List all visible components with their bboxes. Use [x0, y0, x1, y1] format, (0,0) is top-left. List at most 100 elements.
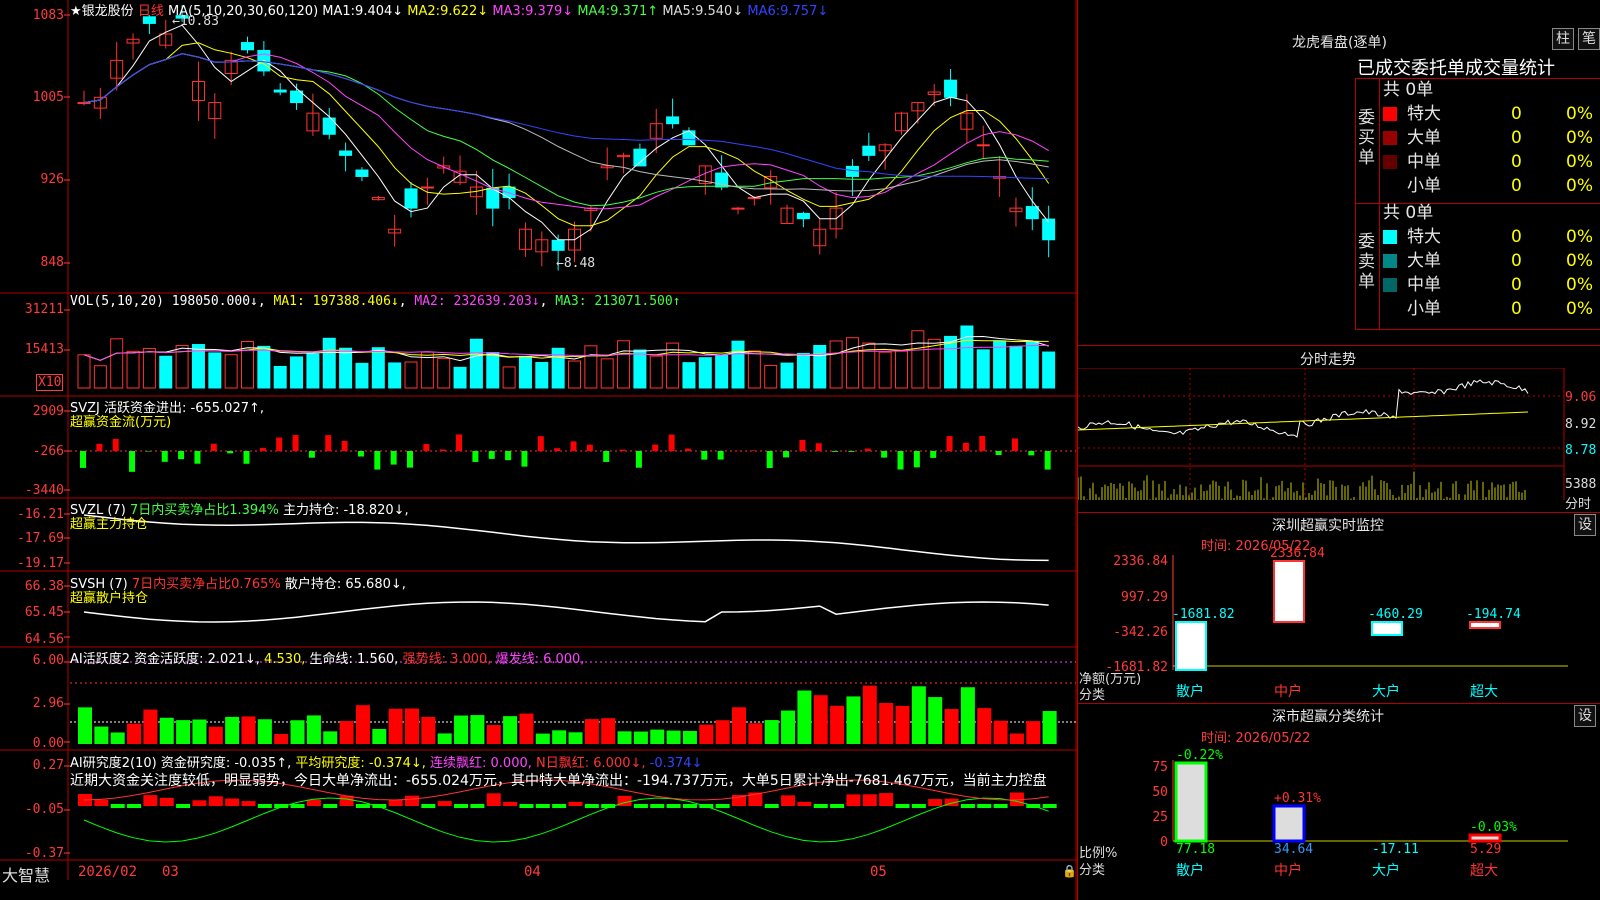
buy-side-label: 委买单 [1358, 108, 1375, 168]
research-bar [94, 799, 109, 806]
volume-bar [257, 345, 271, 389]
research-bar [388, 799, 403, 806]
brand-label[interactable]: 大智慧 [2, 862, 50, 886]
monitor-bar [1469, 621, 1501, 629]
ma1-value: 9.404↓ [355, 4, 404, 19]
classify-cat-label: 散户 [1176, 862, 1204, 879]
svzj-bar [488, 451, 495, 459]
svzj-bar [717, 451, 724, 460]
svsh-axis-3: 64.56 [24, 632, 64, 647]
svzl-sub: 超赢主力持仓 [70, 517, 149, 532]
volume-bar [682, 362, 696, 389]
sell-l-name: 大单 [1407, 251, 1441, 271]
right-panel: 龙虎看盘(逐单) 柱 笔 已成交委托单成交量统计 委买单 共 0单 特大 0 0% … [1077, 0, 1600, 900]
candle-body [355, 169, 369, 177]
vol-value: 198050.000↓ [171, 294, 258, 309]
activity-bar [617, 731, 632, 744]
volume-bar [453, 366, 467, 389]
volume-bar [715, 354, 729, 389]
svsh-line [83, 601, 1049, 623]
research-bar [290, 804, 305, 808]
volume-bar [355, 362, 369, 389]
monitor-cat-label: 大户 [1372, 683, 1400, 700]
activity-bar [797, 690, 812, 744]
classify-xlabel: 分类 [1079, 863, 1106, 878]
activity-bar [715, 720, 730, 744]
ma6-line [83, 53, 1049, 180]
ai-active-burst: 爆发线: 6.000, [495, 652, 585, 667]
activity-bar [846, 696, 861, 744]
svzj-bar [276, 437, 283, 451]
monitor-value-label: -1681.82 [1172, 607, 1235, 622]
volume-bar [469, 338, 483, 389]
vol-ma1: MA1: 197388.406↓ [273, 294, 399, 309]
volume-bar [617, 340, 631, 389]
classify-axis-label: 25 [1152, 810, 1168, 825]
svzj-bar [1011, 438, 1018, 451]
tick-view-button[interactable]: 笔 [1578, 28, 1600, 50]
svzj-bar [995, 451, 1002, 456]
svzj-bar [194, 451, 201, 464]
monitor-top-border [1078, 512, 1600, 513]
star-icon[interactable]: ★ [70, 4, 82, 19]
svzj-bar [325, 435, 332, 451]
classify-value-label: 34.64 [1274, 842, 1313, 857]
ai-research-axis-1: 0.27 [32, 758, 64, 773]
svzj-bar [913, 451, 920, 468]
activity-bar [535, 733, 550, 744]
sell-m-value: 0 [1511, 275, 1522, 295]
svzj-bar [750, 450, 757, 451]
classify-axis-label: 75 [1152, 760, 1168, 775]
activity-bar [993, 720, 1008, 744]
svzj-bar [554, 448, 561, 451]
svzj-bar [783, 451, 790, 458]
svzj-bar [537, 436, 544, 451]
activity-bar [601, 718, 616, 744]
research-bar [928, 799, 943, 806]
classify-settings-button[interactable]: 设 [1574, 705, 1596, 727]
research-bar [437, 801, 452, 806]
activity-bar [666, 730, 681, 744]
candle-body [1025, 206, 1039, 220]
volume-bar [1025, 340, 1039, 389]
main-chart-area[interactable]: ★银龙股份 日线 MA(5,10,20,30,60,120) MA1:9.404… [0, 0, 1077, 900]
buy-m-name: 中单 [1407, 152, 1441, 172]
ma5-value: 9.540↓ [695, 4, 744, 19]
ai-active-header: AI活跃度2 资金活跃度: 2.021↓, 4.530, 生命线: 1.560,… [70, 648, 584, 667]
ai-research-header: AI研究度2(10) 资金研究度: -0.035↑, 平均研究度: -0.374… [70, 752, 702, 771]
candle-body [339, 150, 353, 156]
monitor-chart: 2336.84997.29-342.26-1681.82-1681.82散户23… [1105, 546, 1568, 700]
activity-bar [682, 730, 697, 744]
volume-bar [535, 361, 549, 389]
volume-bar [976, 349, 990, 389]
svzl-desc: 7日内买卖净占比1.394% [129, 503, 279, 518]
period-label[interactable]: 日线 [138, 4, 164, 19]
svzj-bar [96, 443, 103, 451]
activity-bar [699, 724, 714, 744]
activity-bar [110, 732, 125, 744]
sell-m-swatch [1383, 278, 1397, 292]
volume-bar [290, 356, 304, 389]
activity-bar [552, 730, 567, 744]
svzj-sub: 超赢资金流(万元) [70, 415, 172, 430]
volume-bar [502, 366, 516, 389]
monitor-bar [1273, 560, 1305, 623]
volume-bar [306, 353, 320, 389]
column-view-button[interactable]: 柱 [1552, 28, 1574, 50]
volume-bar [600, 358, 614, 389]
candle-body [944, 79, 958, 98]
monitor-axis-label: 997.29 [1121, 590, 1168, 605]
time-axis-month-5: 05 [870, 864, 887, 880]
ai-active-axis-3: 0.00 [32, 736, 64, 751]
svzj-bar [701, 451, 708, 460]
volume-bar [159, 355, 173, 389]
volume-bar [110, 338, 124, 389]
svzj-bar [308, 451, 315, 458]
activity-bar [372, 728, 387, 744]
lock-icon[interactable]: 🔒 [1062, 864, 1077, 878]
candle-body [731, 207, 745, 210]
research-bar [225, 798, 240, 806]
buy-m-swatch [1383, 155, 1397, 169]
monitor-bar [1175, 621, 1207, 671]
activity-bar [143, 709, 158, 744]
